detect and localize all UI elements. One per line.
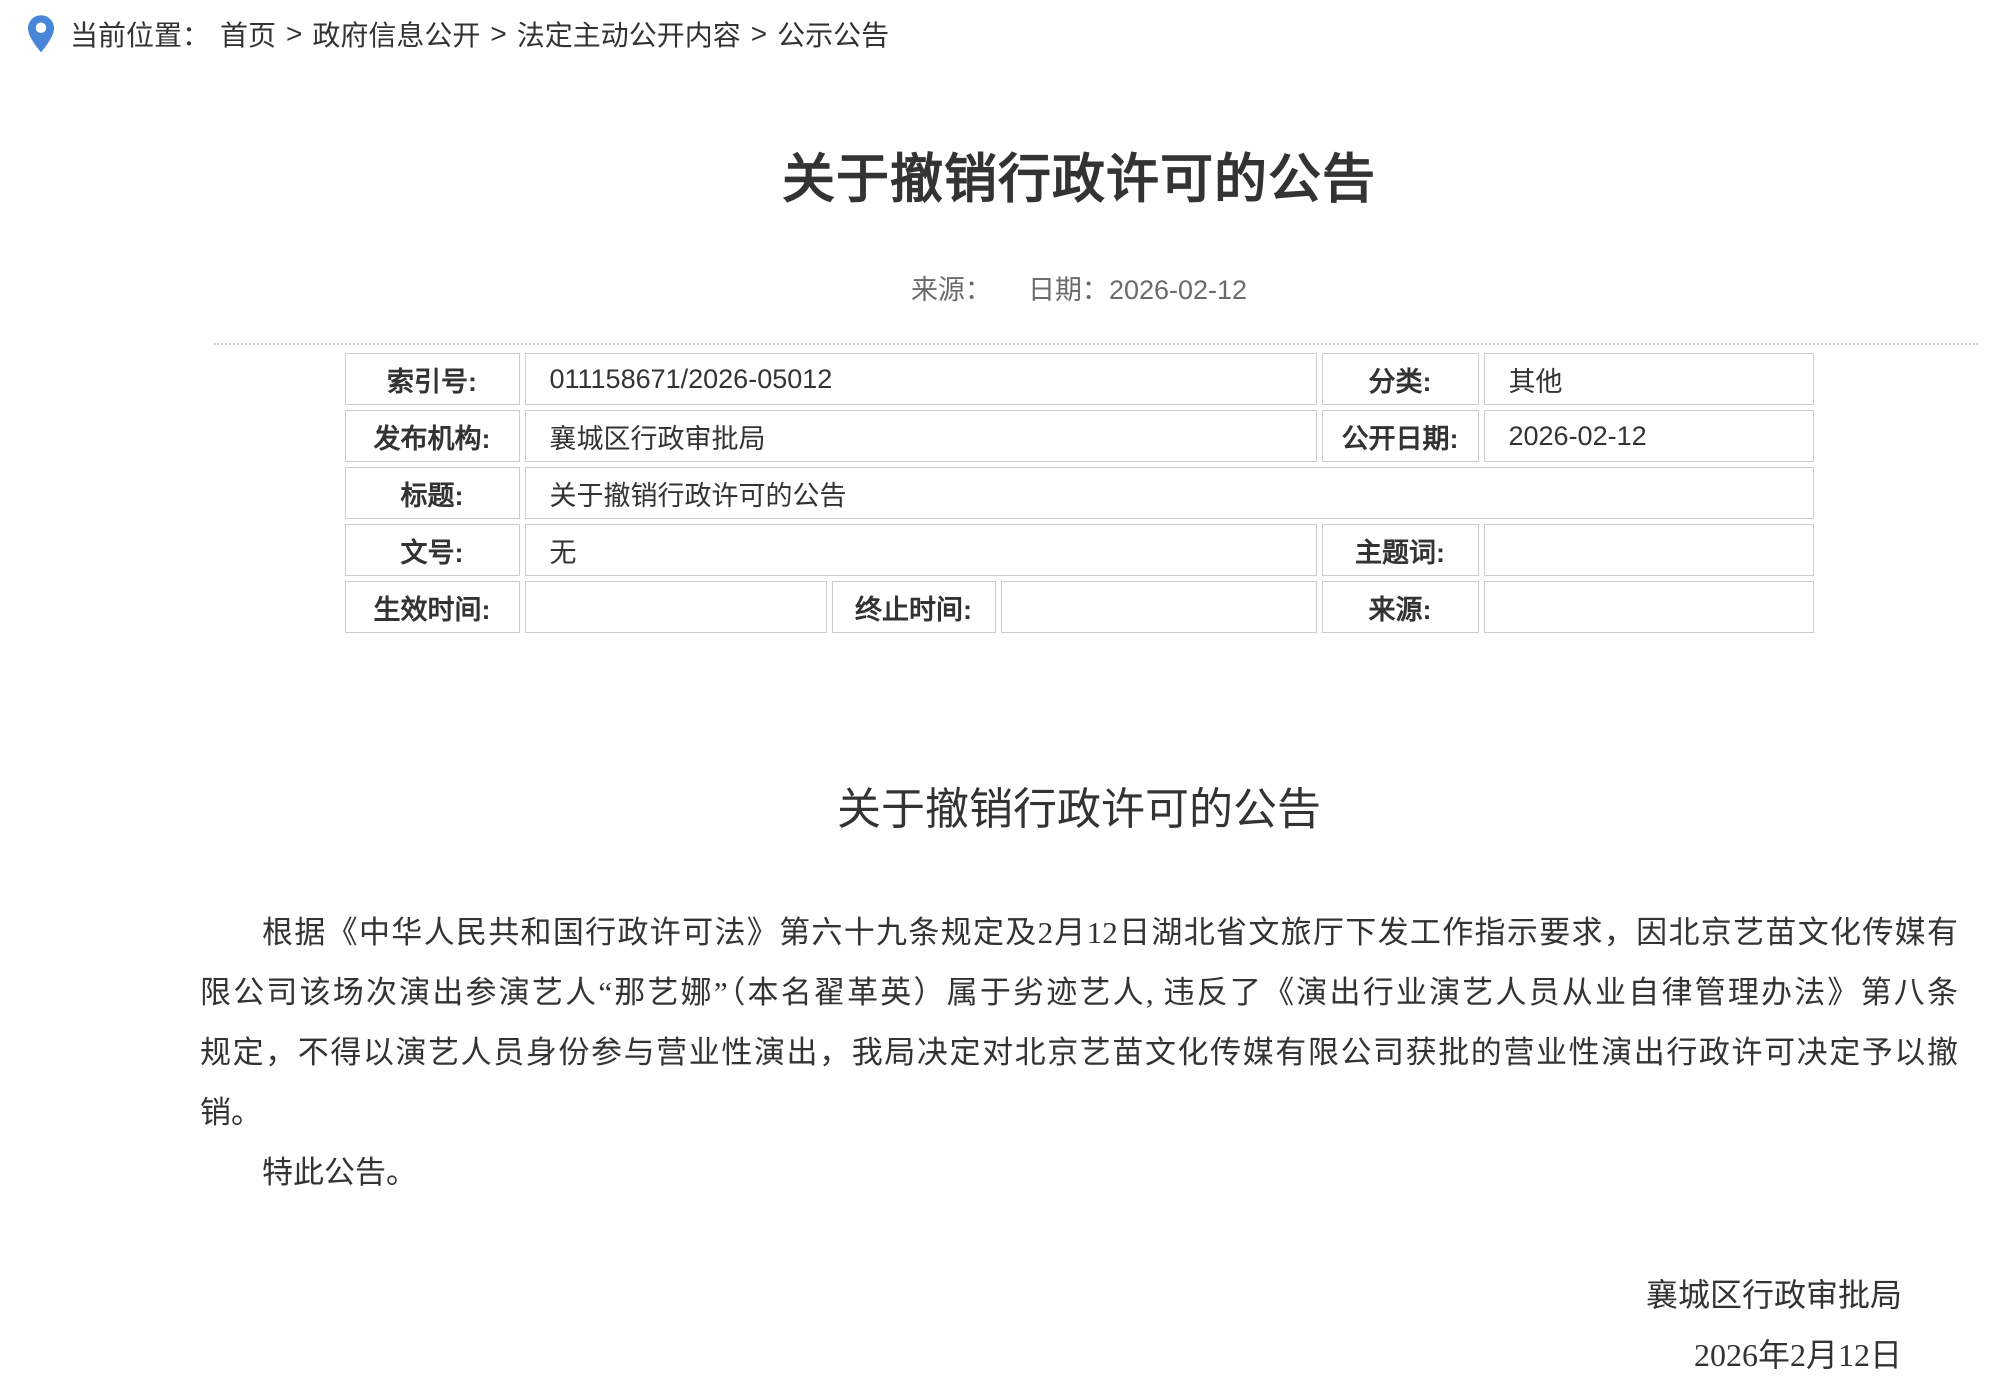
location-pin-icon (26, 14, 56, 54)
paragraph-line: 规定，不得以演艺人员身份参与营业性演出，我局决定对北京艺苗文化传媒有限公司获批的… (200, 1023, 1958, 1083)
paragraph-line: 限公司该场次演出参演艺人“那艺娜”（本名翟革英）属于劣迹艺人, 违反了《演出行业… (200, 963, 1958, 1023)
signature-date: 2026年2月12日 (200, 1325, 1902, 1385)
closing-statement: 特此公告。 (200, 1143, 1958, 1203)
publish-date-label: 公开日期: (1322, 410, 1479, 462)
page-title: 关于撤销行政许可的公告 (200, 150, 1958, 210)
article-title: 关于撤销行政许可的公告 (200, 783, 1958, 837)
breadcrumb-link-statutory-disclosure[interactable]: 法定主动公开内容 (517, 14, 741, 54)
publisher-label: 发布机构: (345, 410, 520, 462)
table-row: 文号: 无 主题词: (345, 524, 1814, 576)
doc-number-label: 文号: (345, 524, 520, 576)
meta-line: 来源： 日期：2026-02-12 (200, 273, 1958, 307)
breadcrumb-link-home[interactable]: 首页 (220, 14, 276, 54)
effective-date-value (525, 581, 827, 633)
expiry-date-label: 终止时间: (832, 581, 996, 633)
meta-date-value: 2026-02-12 (1109, 275, 1247, 305)
breadcrumb: 当前位置： 首页 > 政府信息公开 > 法定主动公开内容 > 公示公告 (0, 0, 1993, 54)
source-value (1484, 581, 1814, 633)
dotted-divider (214, 343, 1978, 345)
signature-block: 襄城区行政审批局 2026年2月12日 (200, 1265, 1958, 1385)
source-label: 来源: (1322, 581, 1479, 633)
publish-date-value: 2026-02-12 (1484, 410, 1814, 462)
table-row: 索引号: 011158671/2026-05012 分类: 其他 (345, 353, 1814, 405)
breadcrumb-separator: > (751, 18, 767, 50)
page: 当前位置： 首页 > 政府信息公开 > 法定主动公开内容 > 公示公告 关于撤销… (0, 0, 1993, 1389)
effective-date-label: 生效时间: (345, 581, 520, 633)
doc-number-value: 无 (525, 524, 1317, 576)
table-row: 标题: 关于撤销行政许可的公告 (345, 467, 1814, 519)
breadcrumb-prefix: 当前位置： (70, 14, 210, 54)
signature-agency: 襄城区行政审批局 (200, 1265, 1902, 1325)
table-row: 发布机构: 襄城区行政审批局 公开日期: 2026-02-12 (345, 410, 1814, 462)
article-column: 关于撤销行政许可的公告 来源：日期：2026-02-12 索引号: 011158… (200, 150, 1958, 1385)
index-number-label: 索引号: (345, 353, 520, 405)
category-label: 分类: (1322, 353, 1479, 405)
breadcrumb-separator: > (490, 18, 506, 50)
breadcrumb-link-gov-info[interactable]: 政府信息公开 (312, 14, 480, 54)
expiry-date-value (1001, 581, 1317, 633)
publisher-value: 襄城区行政审批局 (525, 410, 1317, 462)
title-value: 关于撤销行政许可的公告 (525, 467, 1814, 519)
breadcrumb-separator: > (286, 18, 302, 50)
keywords-value (1484, 524, 1814, 576)
category-value: 其他 (1484, 353, 1814, 405)
title-label: 标题: (345, 467, 520, 519)
paragraph-line: 销。 (200, 1083, 1958, 1143)
breadcrumb-current-announcements: 公示公告 (777, 14, 889, 54)
keywords-label: 主题词: (1322, 524, 1479, 576)
article-content: 关于撤销行政许可的公告 根据《中华人民共和国行政许可法》第六十九条规定及2月12… (200, 783, 1958, 1385)
meta-source-label: 来源： (911, 275, 992, 305)
document-info-table: 索引号: 011158671/2026-05012 分类: 其他 发布机构: 襄… (340, 348, 1819, 638)
article-paragraph: 根据《中华人民共和国行政许可法》第六十九条规定及2月12日湖北省文旅厅下发工作指… (200, 903, 1958, 1143)
meta-date-label: 日期： (1028, 275, 1109, 305)
index-number-value: 011158671/2026-05012 (525, 353, 1317, 405)
table-row: 生效时间: 终止时间: 来源: (345, 581, 1814, 633)
paragraph-line: 根据《中华人民共和国行政许可法》第六十九条规定及2月12日湖北省文旅厅下发工作指… (200, 903, 1958, 963)
